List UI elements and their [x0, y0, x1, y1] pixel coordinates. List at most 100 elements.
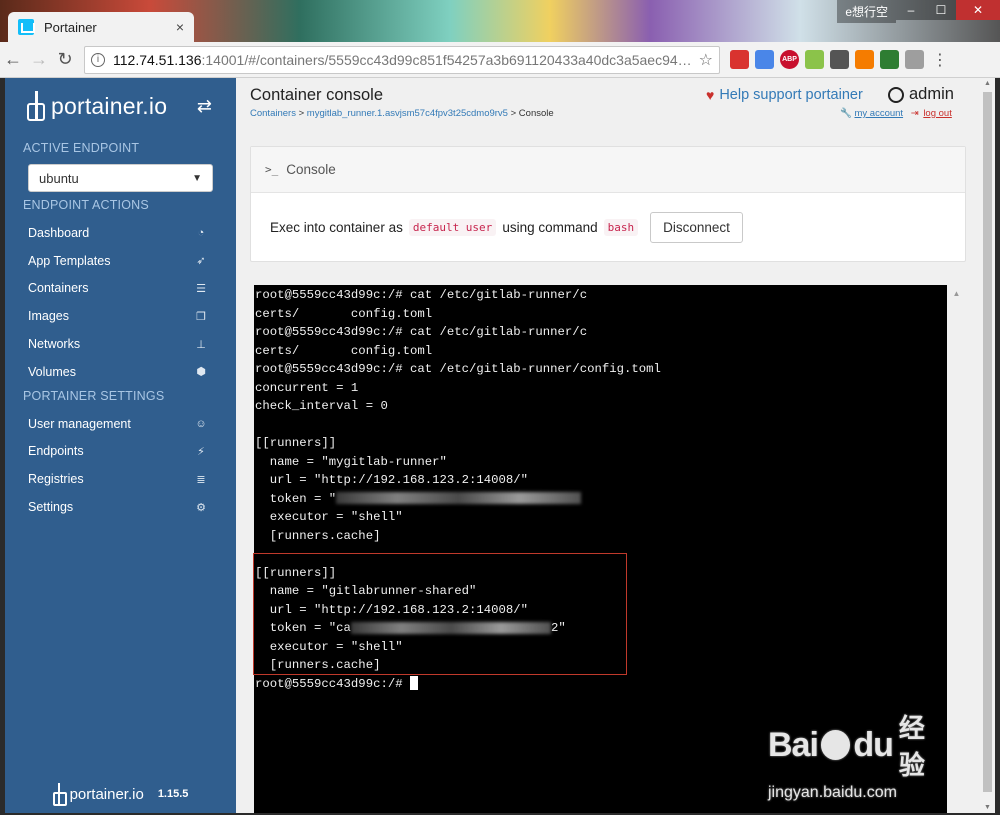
terminal-line-text: root@5559cc43d99c:/# cat /etc/gitlab-run… [255, 362, 661, 376]
endpoint-select[interactable]: ubuntu ▼ [28, 164, 213, 192]
page-scroll-down-icon[interactable]: ▼ [980, 804, 995, 811]
browser-titlebar: Portainer × e想行空 – ☐ ✕ [0, 0, 1000, 42]
sidebar-item-label: Endpoints [28, 444, 84, 459]
back-arrow-icon[interactable]: ← [0, 49, 26, 70]
maximize-icon[interactable]: ☐ [926, 0, 956, 20]
sidebar-item-user-management[interactable]: User management ☺ [5, 410, 236, 438]
terminal-line-text: root@5559cc43d99c:/# cat /etc/gitlab-run… [255, 325, 588, 339]
terminal-line-text: concurrent = 1 [255, 380, 359, 395]
terminal-line: root@5559cc43d99c:/# cat /etc/gitlab-run… [255, 286, 947, 305]
terminal-line: root@5559cc43d99c:/# cat /etc/gitlab-run… [255, 360, 947, 379]
terminal-icon: >_ [265, 163, 279, 176]
sidebar-item-networks[interactable]: Networks ⊥ [5, 330, 236, 358]
terminal-line: [runners.cache] [255, 656, 947, 675]
breadcrumb-container-link[interactable]: mygitlab_runner.1.asvjsm57c4fpv3t25cdmo9… [307, 108, 508, 119]
plug-icon: ⚡ [197, 445, 205, 458]
terminal-line: [[runners]] [255, 434, 947, 453]
url-host: 112.74.51.136 [113, 51, 202, 68]
sitemap-icon: ⊥ [196, 338, 206, 351]
tab-close-icon[interactable]: × [176, 19, 184, 35]
sidebar-item-registries[interactable]: Registries ≣ [5, 465, 236, 493]
ext-green-icon[interactable] [880, 50, 899, 69]
extension-icons: ABP [730, 50, 924, 69]
logout-link[interactable]: log out [923, 108, 952, 119]
ext-translate-icon[interactable] [755, 50, 774, 69]
terminal-line: check_interval = 0 [255, 397, 947, 416]
version-label: 1.15.5 [157, 788, 189, 800]
terminal-line: executor = "shell" [255, 508, 947, 527]
minimize-icon[interactable]: – [896, 0, 926, 20]
terminal-line: token = "ca 2" [255, 619, 947, 638]
sidebar-item-images[interactable]: Images ❐ [5, 302, 236, 330]
sidebar-item-containers[interactable]: Containers ☰ [5, 275, 236, 303]
page-scrollbar[interactable]: ▲ ▼ [980, 78, 995, 813]
terminal-line: concurrent = 1 [255, 379, 947, 398]
sidebar-footer: portainer.io 1.15.5 [5, 783, 236, 806]
ext-orange-icon[interactable] [855, 50, 874, 69]
reload-icon[interactable]: ↻ [52, 49, 78, 70]
address-bar[interactable]: i 112.74.51.136 :14001/#/containers/5559… [84, 45, 720, 74]
console-heading-text: Console [286, 162, 336, 177]
my-account-link[interactable]: my account [854, 108, 903, 119]
ext-glasses-icon[interactable] [830, 50, 849, 69]
ext-1-icon[interactable] [730, 50, 749, 69]
terminal-line-text: url = "http://192.168.123.2:14008/" [255, 473, 529, 487]
portainer-favicon-icon [18, 19, 35, 35]
user-circle-icon [888, 86, 904, 103]
sidebar: portainer.io ⇄ ACTIVE ENDPOINT ubuntu ▼ … [5, 78, 236, 813]
terminal-line-text: [runners.cache] [255, 658, 381, 672]
terminal-line-text: name = "mygitlab-runner" [255, 454, 447, 469]
terminal-line: url = "http://192.168.123.2:14008/" [255, 601, 947, 620]
terminal-line-text: [[runners]] [255, 565, 337, 580]
ext-circle-icon[interactable] [805, 50, 824, 69]
sidebar-item-settings[interactable]: Settings ⚙ [5, 493, 236, 521]
site-info-icon[interactable]: i [91, 52, 105, 67]
wrench-icon: 🔧 [840, 108, 852, 119]
close-window-icon[interactable]: ✕ [956, 0, 1000, 20]
endpoint-actions-menu: Dashboard ◔ App Templates ➶ Containers ☰ Image… [5, 219, 236, 386]
browser-tab[interactable]: Portainer × [8, 12, 194, 42]
sidebar-brand[interactable]: portainer.io ⇄ [5, 81, 236, 131]
sidebar-item-app-templates[interactable]: App Templates ➶ [5, 247, 236, 275]
breadcrumb-containers-link[interactable]: Containers [250, 108, 296, 119]
page-scroll-up-icon[interactable]: ▲ [980, 80, 995, 87]
brand-text: portainer.io [51, 92, 168, 119]
help-support-text: Help support portainer [719, 87, 863, 103]
breadcrumb: Containers > mygitlab_runner.1.asvjsm57c… [250, 108, 554, 119]
page-scroll-thumb[interactable] [983, 92, 992, 792]
watermark-url: jingyan.baidu.com [768, 784, 897, 801]
ext-abp-icon[interactable]: ABP [780, 50, 799, 69]
console-panel: >_ Console Exec into container as defaul… [250, 146, 966, 262]
footer-brand: portainer.io [69, 785, 144, 803]
ext-cloud-icon[interactable] [905, 50, 924, 69]
terminal-line: [runners.cache] [255, 527, 947, 546]
tab-title: Portainer [44, 19, 97, 35]
logout-icon: ⇥ [910, 108, 919, 119]
terminal-cursor [409, 676, 418, 691]
watermark-logo: Bai du 经验 [768, 708, 948, 782]
browser-menu-icon[interactable]: ⋮ [932, 50, 948, 70]
portainer-settings-heading: PORTAINER SETTINGS [23, 388, 165, 403]
help-support-link[interactable]: ♥ Help support portainer [706, 87, 863, 103]
toggle-sidebar-icon[interactable]: ⇄ [197, 96, 212, 117]
window-controls: e想行空 – ☐ ✕ [837, 0, 1000, 23]
redacted-token [336, 492, 582, 505]
sidebar-item-endpoints[interactable]: Endpoints ⚡ [5, 438, 236, 466]
sidebar-item-volumes[interactable]: Volumes ⬢ [5, 358, 236, 386]
watermark-logo-right: du [853, 725, 894, 764]
terminal-line-text: [[runners]] [255, 436, 337, 450]
terminal-line: [[runners]] [255, 564, 947, 583]
breadcrumb-separator: > [298, 108, 307, 119]
clone-icon: ❐ [196, 310, 206, 323]
scroll-up-icon[interactable]: ▲ [947, 289, 966, 298]
disconnect-button[interactable]: Disconnect [650, 211, 743, 243]
forward-arrow-icon[interactable]: → [26, 49, 52, 70]
terminal-line: name = "gitlabrunner-shared" [255, 582, 947, 601]
exec-command-code: bash [603, 218, 639, 236]
redacted-token [350, 621, 551, 634]
bookmark-star-icon[interactable]: ☆ [695, 50, 713, 70]
terminal-scrollbar[interactable]: ▲ [947, 285, 966, 813]
sidebar-item-dashboard[interactable]: Dashboard ◔ [5, 219, 236, 247]
terminal-line: url = "http://192.168.123.2:14008/" [255, 471, 947, 490]
